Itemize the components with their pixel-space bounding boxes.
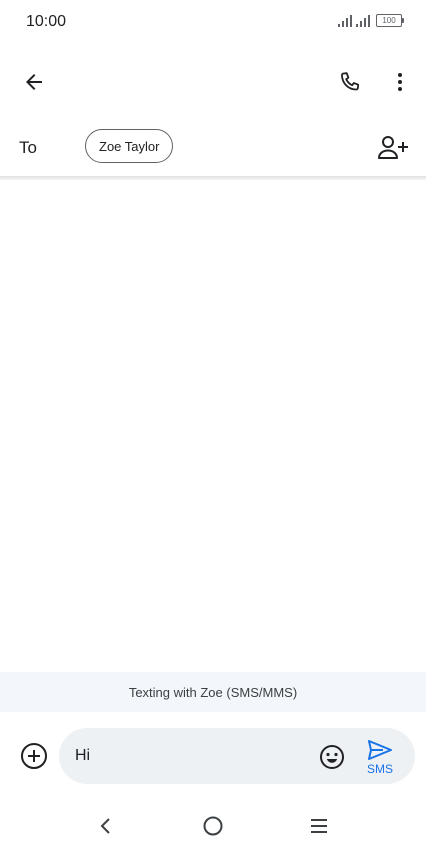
message-input-container: SMS bbox=[59, 728, 415, 784]
person-add-icon bbox=[378, 136, 408, 159]
status-bar: 10:00 100 bbox=[0, 0, 426, 46]
send-button[interactable]: SMS bbox=[357, 734, 403, 780]
recipient-chip[interactable]: Zoe Taylor bbox=[85, 129, 174, 163]
nav-back-icon bbox=[100, 818, 110, 834]
emoji-button[interactable] bbox=[315, 740, 349, 774]
more-vert-icon bbox=[398, 73, 402, 91]
nav-home-button[interactable] bbox=[193, 806, 233, 846]
emoji-icon bbox=[320, 745, 344, 769]
composer: SMS bbox=[0, 722, 426, 792]
phone-icon bbox=[341, 72, 360, 91]
nav-menu-button[interactable] bbox=[299, 806, 339, 846]
texting-banner: Texting with Zoe (SMS/MMS) bbox=[0, 672, 426, 712]
nav-home-icon bbox=[203, 816, 223, 836]
app-bar bbox=[0, 56, 426, 108]
signal-icon bbox=[338, 14, 352, 27]
status-icons: 100 bbox=[338, 14, 404, 27]
send-icon bbox=[368, 739, 392, 760]
add-circle-icon bbox=[21, 743, 47, 769]
attach-button[interactable] bbox=[14, 736, 54, 776]
back-button[interactable] bbox=[14, 62, 54, 102]
add-recipient-button[interactable] bbox=[372, 128, 414, 168]
battery-icon: 100 bbox=[376, 14, 404, 27]
call-button[interactable] bbox=[330, 62, 370, 102]
more-options-button[interactable] bbox=[380, 62, 420, 102]
status-time: 10:00 bbox=[26, 13, 67, 30]
message-input[interactable] bbox=[75, 744, 295, 768]
signal-icon bbox=[356, 14, 370, 27]
recipient-row: To Zoe Taylor bbox=[0, 120, 426, 176]
navigation-bar bbox=[0, 800, 426, 852]
message-list bbox=[0, 180, 426, 672]
to-label: To bbox=[19, 138, 37, 157]
send-label: SMS bbox=[366, 761, 393, 776]
nav-back-button[interactable] bbox=[86, 806, 126, 846]
nav-menu-icon bbox=[311, 819, 327, 833]
arrow-left-icon bbox=[26, 74, 42, 90]
